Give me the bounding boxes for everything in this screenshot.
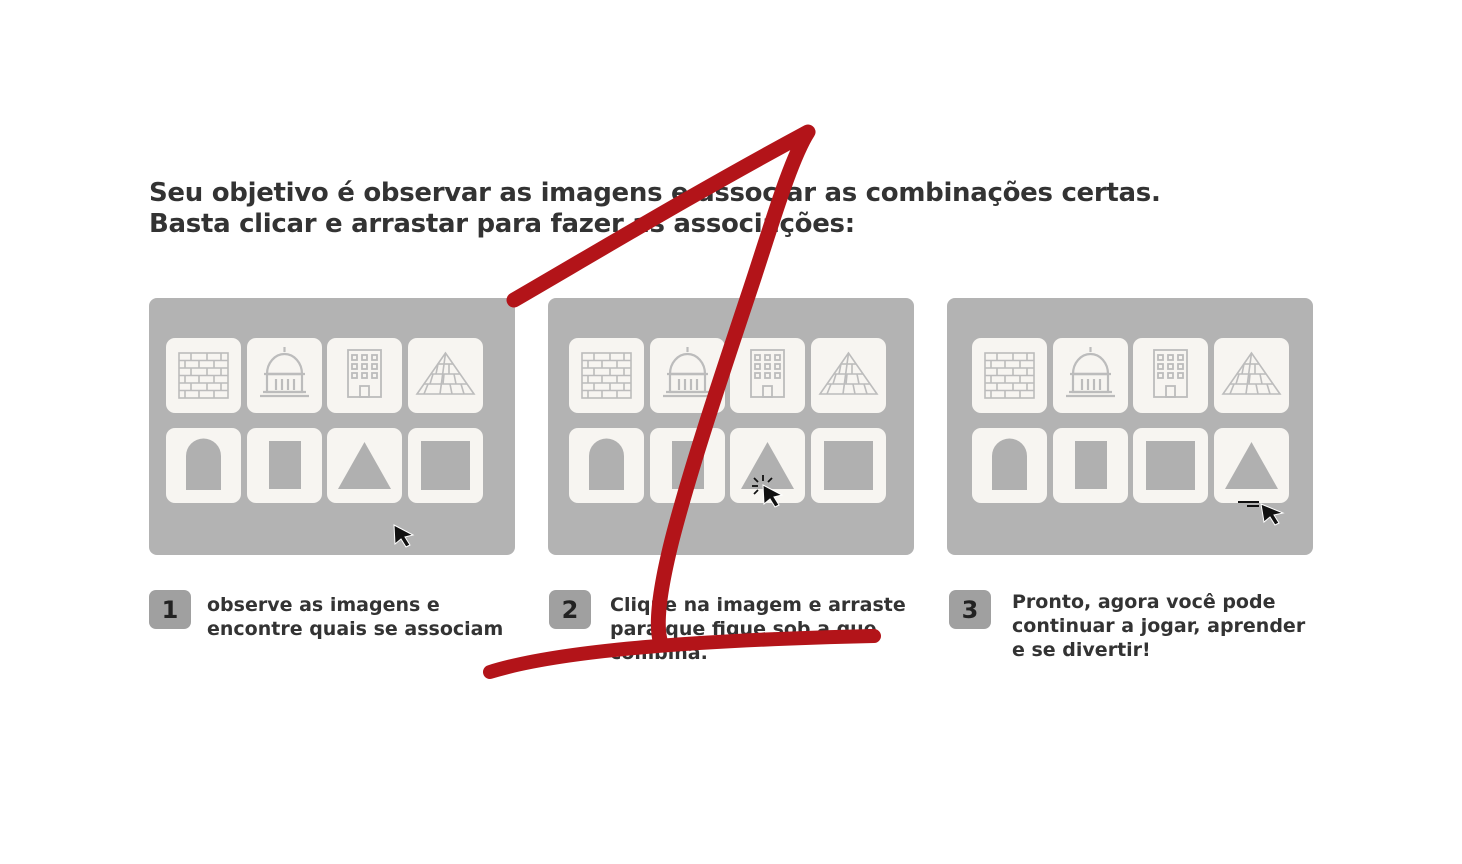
pyramid-icon <box>408 338 483 413</box>
step-2-text: Clique na imagem e arraste para que fiqu… <box>610 593 906 665</box>
click-cursor-icon <box>752 475 784 508</box>
step-1-badge: 1 <box>149 590 191 629</box>
step-3-badge: 3 <box>949 590 991 629</box>
example-panel-3 <box>947 298 1313 555</box>
capitol-dome-icon <box>1053 338 1128 413</box>
triangle-shape-tile <box>327 428 402 503</box>
square-shape-tile <box>1133 428 1208 503</box>
capitol-dome-icon <box>247 338 322 413</box>
arch-shape-tile <box>972 428 1047 503</box>
pyramid-icon <box>811 338 886 413</box>
step-2-line-2: para que fique sob a que <box>610 618 877 640</box>
brick-wall-icon <box>166 338 241 413</box>
square-shape-tile <box>408 428 483 503</box>
step-3-line-3: e se divertir! <box>1012 639 1151 661</box>
step-3-line-2: continuar a jogar, aprender <box>1012 615 1306 637</box>
arch-shape-tile <box>569 428 644 503</box>
brick-wall-icon <box>569 338 644 413</box>
office-building-icon <box>327 338 402 413</box>
office-building-icon <box>730 338 805 413</box>
rectangle-shape-tile <box>650 428 725 503</box>
brick-wall-icon <box>972 338 1047 413</box>
pointer-cursor-icon <box>392 524 416 548</box>
arch-shape-tile <box>166 428 241 503</box>
example-panel-1 <box>149 298 515 555</box>
square-shape-tile <box>811 428 886 503</box>
step-3-line-1: Pronto, agora você pode <box>1012 591 1276 613</box>
rectangle-shape-tile <box>1053 428 1128 503</box>
capitol-dome-icon <box>650 338 725 413</box>
instructions-heading: Seu objetivo é observar as imagens e ass… <box>149 178 1249 240</box>
step-2-badge: 2 <box>549 590 591 629</box>
step-3-text: Pronto, agora você pode continuar a joga… <box>1012 590 1305 662</box>
step-1-line-2: encontre quais se associam <box>207 618 504 640</box>
step-1-line-1: observe as imagens e <box>207 594 440 616</box>
step-1-text: observe as imagens e encontre quais se a… <box>207 593 503 641</box>
example-panel-2 <box>548 298 914 555</box>
pyramid-icon <box>1214 338 1289 413</box>
rectangle-shape-tile <box>247 428 322 503</box>
step-2-line-3: combina. <box>610 642 708 664</box>
triangle-shape-tile <box>1214 428 1289 503</box>
drag-cursor-icon <box>1238 501 1285 526</box>
step-2-line-1: Clique na imagem e arraste <box>610 594 906 616</box>
instructions-line-1: Seu objetivo é observar as imagens e ass… <box>149 178 1161 208</box>
instructions-line-2: Basta clicar e arrastar para fazer as as… <box>149 209 855 239</box>
office-building-icon <box>1133 338 1208 413</box>
